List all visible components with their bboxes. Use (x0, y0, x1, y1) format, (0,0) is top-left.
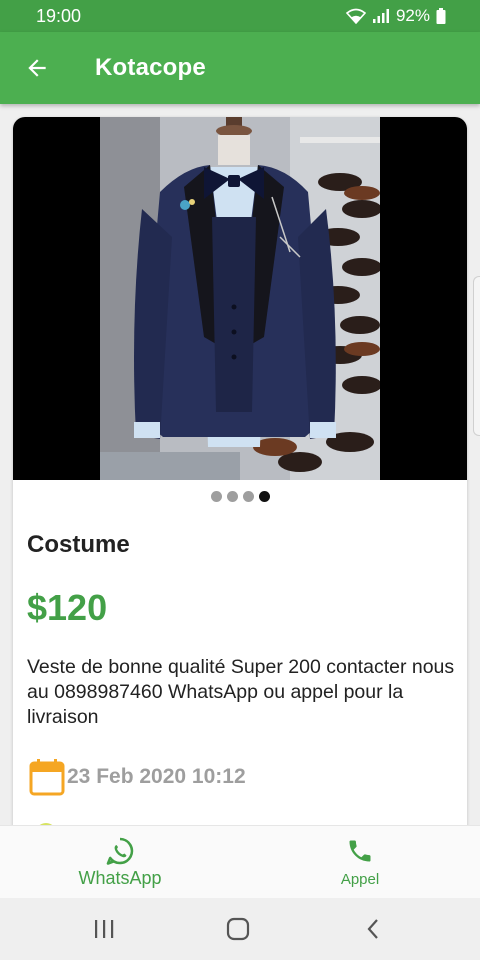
scroll-edge-handle[interactable] (473, 276, 480, 436)
recent-apps-button[interactable] (74, 898, 134, 960)
status-time: 19:00 (36, 5, 82, 26)
carousel-dot[interactable] (226, 491, 238, 502)
product-description: Veste de bonne qualité Super 200 contact… (27, 656, 455, 728)
system-navigation-bar (0, 898, 480, 960)
call-label: Appel (340, 871, 380, 888)
wifi-icon (345, 8, 366, 24)
system-back-button[interactable] (343, 898, 403, 960)
whatsapp-label: WhatsApp (78, 868, 162, 888)
calendar-icon (29, 759, 65, 796)
carousel-dot[interactable] (242, 491, 254, 502)
back-button[interactable] (9, 40, 65, 96)
carousel-dot-active[interactable] (258, 491, 270, 502)
arrow-left-icon (28, 59, 46, 77)
product-card: Costume $120 Veste de bonne qualité Supe… (13, 117, 467, 837)
battery-icon (436, 8, 446, 24)
carousel-indicator (13, 491, 467, 502)
phone-icon (349, 840, 371, 862)
post-date: 23 Feb 2020 10:12 (67, 765, 246, 788)
chevron-left-icon (367, 919, 378, 939)
call-button[interactable]: Appel (310, 826, 410, 899)
signal-icon (372, 9, 389, 23)
battery-percent: 92% (395, 6, 430, 25)
app-title: Kotacope (95, 54, 206, 81)
status-indicators: 92% (345, 6, 446, 26)
home-icon (226, 917, 250, 941)
app-bar: Kotacope (0, 32, 480, 104)
product-photo (100, 117, 380, 480)
whatsapp-button[interactable]: WhatsApp (60, 826, 180, 899)
recent-apps-icon (95, 920, 114, 938)
home-button[interactable] (208, 898, 268, 960)
product-price: $120 (27, 587, 108, 628)
contact-action-bar: WhatsApp Appel (0, 825, 480, 898)
product-title: Costume (27, 531, 130, 558)
carousel-dot[interactable] (210, 491, 222, 502)
post-date-row: 23 Feb 2020 10:12 (29, 758, 246, 796)
status-bar: 19:00 92% (0, 0, 480, 32)
whatsapp-icon (106, 837, 134, 865)
product-image-carousel[interactable] (13, 117, 467, 480)
